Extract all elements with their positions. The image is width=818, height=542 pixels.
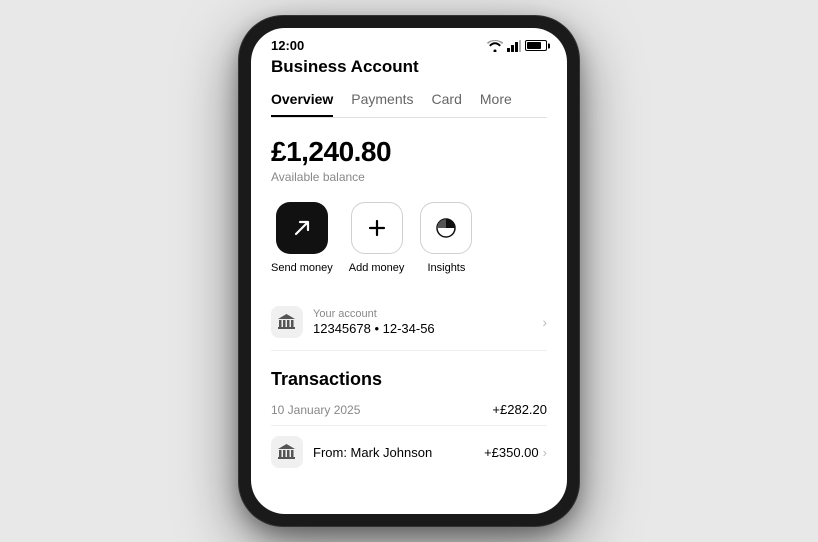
bank-icon (278, 314, 296, 330)
account-info-label: Your account (313, 308, 435, 320)
add-money-label: Add money (349, 262, 405, 274)
send-money-icon (291, 217, 313, 239)
status-bar: 12:00 (251, 28, 567, 57)
transaction-date-amount: +£282.20 (492, 402, 547, 417)
status-icons (487, 40, 547, 52)
send-money-label: Send money (271, 262, 333, 274)
account-title: Business Account (271, 57, 547, 77)
battery-icon (525, 40, 547, 51)
tab-card[interactable]: Card (432, 91, 462, 117)
status-time: 12:00 (271, 38, 304, 53)
actions-bar: Send money Add money (271, 202, 547, 274)
insights-action[interactable]: Insights (420, 202, 472, 274)
bank-transfer-icon (278, 444, 296, 460)
balance-amount: £1,240.80 (271, 136, 547, 168)
add-money-action[interactable]: Add money (349, 202, 405, 274)
insights-label: Insights (427, 262, 465, 274)
transaction-name: From: Mark Johnson (313, 445, 432, 460)
add-money-icon (366, 217, 388, 239)
send-money-action[interactable]: Send money (271, 202, 333, 274)
signal-icon (507, 40, 521, 52)
transactions-title: Transactions (271, 369, 547, 390)
account-row-left: Your account 12345678 • 12-34-56 (271, 306, 435, 338)
tab-bar: Overview Payments Card More (271, 91, 547, 118)
tab-overview[interactable]: Overview (271, 91, 333, 117)
transaction-item[interactable]: From: Mark Johnson +£350.00 › (271, 425, 547, 478)
account-row[interactable]: Your account 12345678 • 12-34-56 › (271, 294, 547, 351)
transaction-left: From: Mark Johnson (271, 436, 432, 468)
send-money-button[interactable] (276, 202, 328, 254)
account-row-chevron: › (542, 314, 547, 330)
transaction-icon (271, 436, 303, 468)
wifi-icon (487, 40, 503, 52)
transaction-chevron: › (543, 445, 547, 460)
add-money-button[interactable] (351, 202, 403, 254)
tab-payments[interactable]: Payments (351, 91, 413, 117)
transaction-date: 10 January 2025 (271, 403, 360, 417)
transaction-amount: +£350.00 › (484, 445, 547, 460)
tab-more[interactable]: More (480, 91, 512, 117)
phone-device: 12:00 (239, 16, 579, 526)
phone-screen: 12:00 (251, 28, 567, 514)
screen-content: Business Account Overview Payments Card … (251, 57, 567, 514)
insights-button[interactable] (420, 202, 472, 254)
account-info-number: 12345678 • 12-34-56 (313, 321, 435, 336)
account-icon (271, 306, 303, 338)
balance-label: Available balance (271, 170, 547, 184)
transaction-date-row: 10 January 2025 +£282.20 (271, 402, 547, 417)
account-info: Your account 12345678 • 12-34-56 (313, 308, 435, 336)
insights-icon (435, 217, 457, 239)
